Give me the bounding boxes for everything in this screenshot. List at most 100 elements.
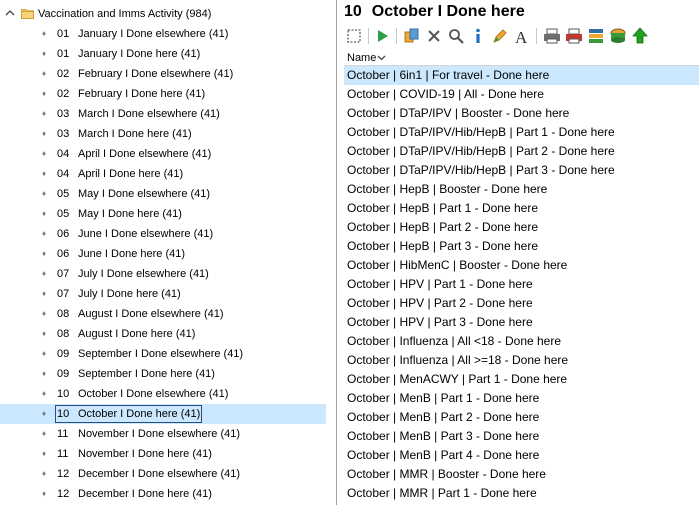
tree-item[interactable]: ♦ 05 May I Done elsewhere (41) (0, 184, 326, 204)
tree-bullet-icon: ♦ (42, 489, 47, 498)
tree-bullet-icon: ♦ (42, 109, 47, 118)
list-item[interactable]: October | MenB | Part 2 - Done here (344, 408, 699, 427)
tree-item[interactable]: ♦ 10 October I Done here (41) (0, 404, 326, 424)
info-icon[interactable] (468, 26, 488, 46)
tree-item[interactable]: ♦ 12 December I Done here (41) (0, 484, 326, 504)
tree-item[interactable]: ♦ 09 September I Done here (41) (0, 364, 326, 384)
svg-text:A: A (515, 28, 528, 46)
list-item-label: October | MenB | Part 1 - Done here (347, 391, 540, 405)
tree-item-number: 06 (57, 228, 70, 240)
tree-bullet-icon: ♦ (42, 309, 47, 318)
tree-item[interactable]: ♦ 10 October I Done elsewhere (41) (0, 384, 326, 404)
list-item[interactable]: October | COVID-19 | All - Done here (344, 85, 699, 104)
tree-item-number: 10 (57, 408, 70, 420)
tree-item[interactable]: ♦ 05 May I Done here (41) (0, 204, 326, 224)
list-item[interactable]: October | MenB | Part 3 - Done here (344, 427, 699, 446)
tree-item-number: 11 (57, 448, 69, 460)
list-item[interactable]: October | HepB | Booster - Done here (344, 180, 699, 199)
list-item[interactable]: October | 6in1 | For travel - Done here (344, 66, 699, 85)
tree-item-number: 08 (57, 328, 70, 340)
tree-item-number: 09 (57, 348, 70, 360)
tree-item[interactable]: ♦ 12 December I Done elsewhere (41) (0, 464, 326, 484)
list-item[interactable]: October | DTaP/IPV/Hib/HepB | Part 3 - D… (344, 161, 699, 180)
tree-item[interactable]: ♦ 04 April I Done here (41) (0, 164, 326, 184)
list-item[interactable]: October | MenACWY | Part 1 - Done here (344, 370, 699, 389)
list-item[interactable]: October | Influenza | All <18 - Done her… (344, 332, 699, 351)
tree-item-number: 04 (57, 168, 70, 180)
list-item[interactable]: October | DTaP/IPV | Booster - Done here (344, 104, 699, 123)
list-item[interactable]: October | HepB | Part 2 - Done here (344, 218, 699, 237)
chevron-down-icon[interactable] (377, 54, 386, 61)
tree-item[interactable]: ♦ 06 June I Done here (41) (0, 244, 326, 264)
list-item[interactable]: October | MMR | Part 1 - Done here (344, 484, 699, 503)
tree-item[interactable]: ♦ 11 November I Done elsewhere (41) (0, 424, 326, 444)
report-list-panel: 10 October I Done here A Name October | … (340, 0, 699, 505)
run-icon[interactable] (372, 26, 392, 46)
export-icon[interactable] (586, 26, 606, 46)
list-item[interactable]: October | HPV | Part 3 - Done here (344, 313, 699, 332)
list-item-label: October | HibMenC | Booster - Done here (347, 258, 568, 272)
list-item[interactable]: October | HepB | Part 3 - Done here (344, 237, 699, 256)
delete-icon[interactable] (424, 26, 444, 46)
tree-root-node[interactable]: Vaccination and Imms Activity (984) (0, 4, 336, 24)
list-item[interactable]: October | HepB | Part 1 - Done here (344, 199, 699, 218)
tree-item[interactable]: ♦ 03 March I Done elsewhere (41) (0, 104, 326, 124)
copy-icon[interactable] (402, 26, 422, 46)
list-item-label: October | DTaP/IPV | Booster - Done here (347, 106, 570, 120)
tree-bullet-icon: ♦ (42, 189, 47, 198)
list-item[interactable]: October | DTaP/IPV/Hib/HepB | Part 2 - D… (344, 142, 699, 161)
tree-item[interactable]: ♦ 07 July I Done here (41) (0, 284, 326, 304)
list-item[interactable]: October | MenB | Part 4 - Done here (344, 446, 699, 465)
select-all-icon[interactable] (344, 26, 364, 46)
tree-item-label: May I Done elsewhere (41) (78, 188, 211, 200)
tree-item[interactable]: ♦ 03 March I Done here (41) (0, 124, 326, 144)
tree-item-number: 01 (57, 28, 70, 40)
list-item[interactable]: October | MMR | Booster - Done here (344, 465, 699, 484)
up-arrow-icon[interactable] (630, 26, 650, 46)
column-header-name[interactable]: Name (344, 50, 699, 66)
tree-item-label: June I Done elsewhere (41) (78, 228, 214, 240)
list-item[interactable]: October | MenB | Part 1 - Done here (344, 389, 699, 408)
tree-item-number: 07 (57, 288, 70, 300)
tree-bullet-icon: ♦ (42, 129, 47, 138)
tree-item-number: 12 (57, 468, 70, 480)
font-icon[interactable]: A (512, 26, 532, 46)
list-item-label: October | Influenza | All >=18 - Done he… (347, 353, 569, 367)
list-item[interactable]: October | DTaP/IPV/Hib/HepB | Part 1 - D… (344, 123, 699, 142)
tree-item[interactable]: ♦ 09 September I Done elsewhere (41) (0, 344, 326, 364)
tree-bullet-icon: ♦ (42, 469, 47, 478)
database-icon[interactable] (608, 26, 628, 46)
tree-item[interactable]: ♦ 04 April I Done elsewhere (41) (0, 144, 326, 164)
tree-bullet-icon: ♦ (42, 369, 47, 378)
tree-item[interactable]: ♦ 06 June I Done elsewhere (41) (0, 224, 326, 244)
tree-item[interactable]: ♦ 02 February I Done here (41) (0, 84, 326, 104)
tree-bullet-icon: ♦ (42, 249, 47, 258)
tree-item[interactable]: ♦ 02 February I Done elsewhere (41) (0, 64, 326, 84)
tree-bullet-icon: ♦ (42, 49, 47, 58)
report-tree[interactable]: Vaccination and Imms Activity (984) ♦ 01 J… (0, 0, 337, 505)
list-item-label: October | DTaP/IPV/Hib/HepB | Part 1 - D… (347, 125, 615, 139)
tree-item-label: December I Done elsewhere (41) (78, 468, 241, 480)
tree-item[interactable]: ♦ 08 August I Done here (41) (0, 324, 326, 344)
tree-item[interactable]: ♦ 01 January I Done elsewhere (41) (0, 24, 326, 44)
edit-icon[interactable] (490, 26, 510, 46)
tree-item[interactable]: ♦ 01 January I Done here (41) (0, 44, 326, 64)
panel-title-text: October I Done here (371, 3, 525, 20)
print-preview-icon[interactable] (564, 26, 584, 46)
tree-item[interactable]: ♦ 07 July I Done elsewhere (41) (0, 264, 326, 284)
list-item[interactable]: October | Influenza | All >=18 - Done he… (344, 351, 699, 370)
list-item[interactable]: October | HibMenC | Booster - Done here (344, 256, 699, 275)
tree-item[interactable]: ♦ 11 November I Done here (41) (0, 444, 326, 464)
tree-item-number: 12 (57, 488, 70, 500)
print-icon[interactable] (542, 26, 562, 46)
list-item-label: October | HPV | Part 3 - Done here (347, 315, 533, 329)
tree-item-label: February I Done elsewhere (41) (78, 68, 234, 80)
tree-item-label: October I Done here (41) (78, 408, 201, 420)
list-item[interactable]: October | HPV | Part 1 - Done here (344, 275, 699, 294)
tree-item[interactable]: ♦ 08 August I Done elsewhere (41) (0, 304, 326, 324)
list-item[interactable]: October | HPV | Part 2 - Done here (344, 294, 699, 313)
list-item-label: October | MenB | Part 2 - Done here (347, 410, 540, 424)
chevron-up-icon[interactable] (4, 7, 16, 19)
search-icon[interactable] (446, 26, 466, 46)
list-item-label: October | DTaP/IPV/Hib/HepB | Part 2 - D… (347, 144, 615, 158)
